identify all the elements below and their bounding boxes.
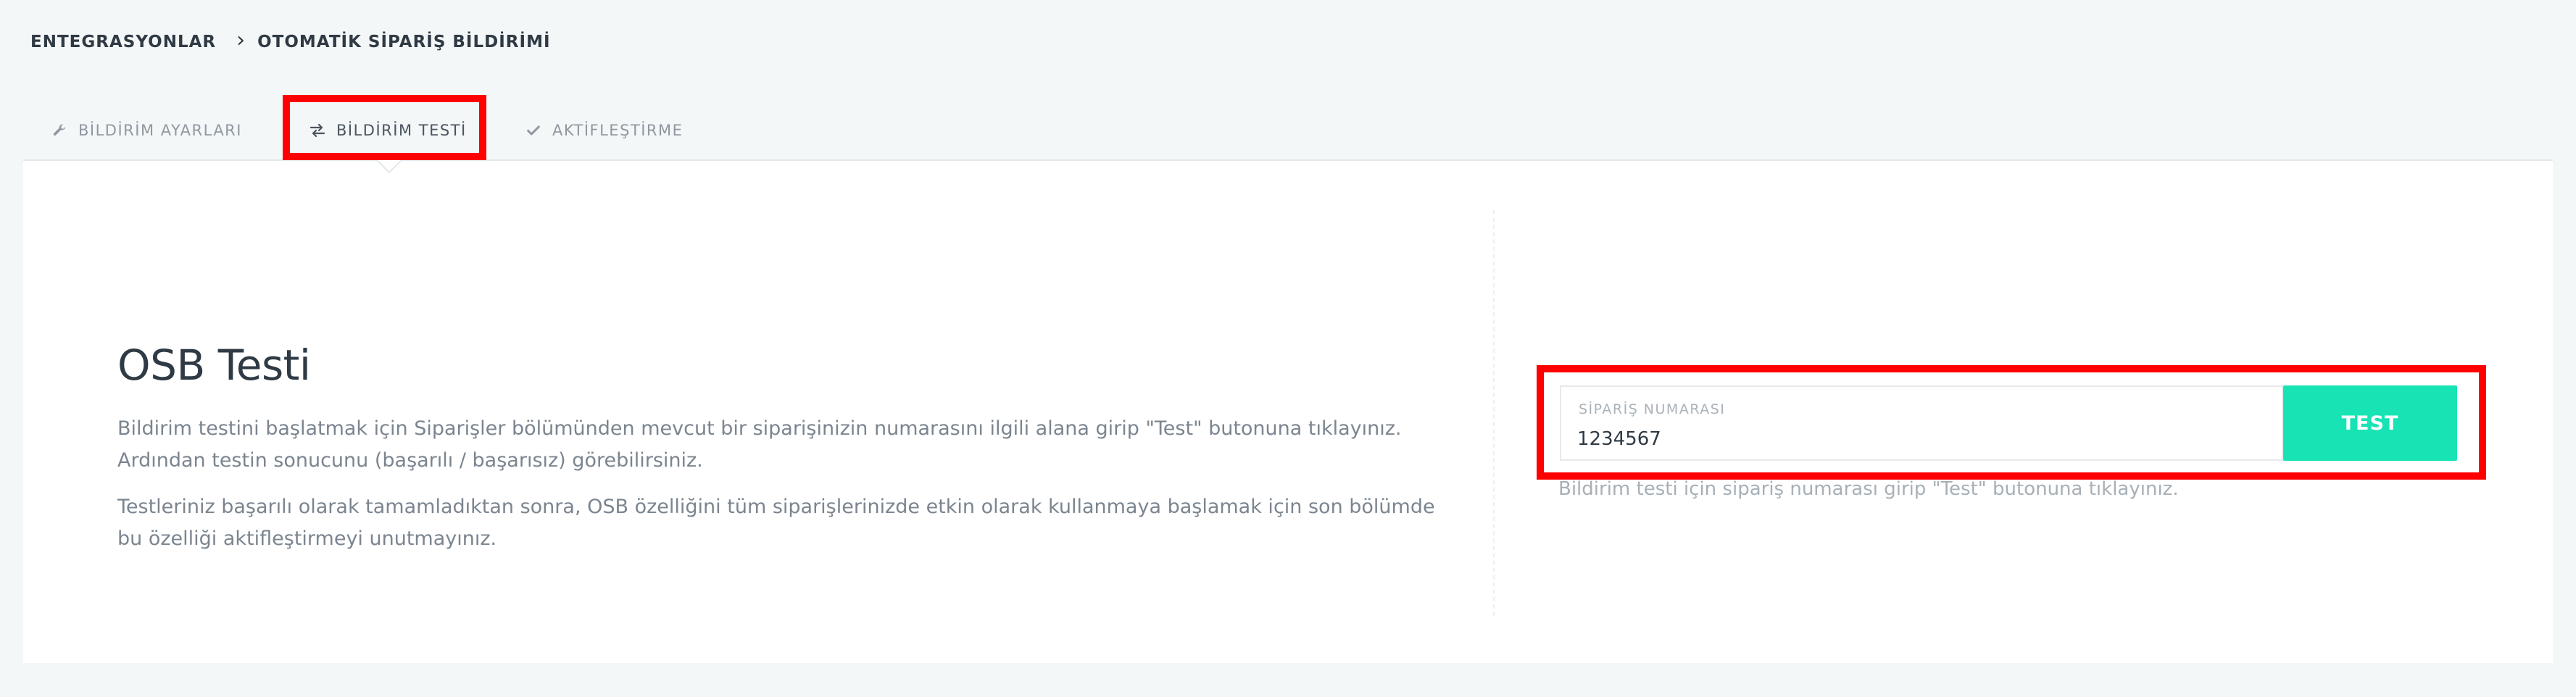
tab-notification-test[interactable]: BİLDİRİM TESTİ [307,101,467,159]
description-paragraph: Bildirim testini başlatmak için Siparişl… [117,417,1402,472]
active-tab-caret-icon [376,159,402,173]
order-number-input[interactable] [1577,426,2230,452]
column-divider [1493,210,1495,616]
tab-bar: BİLDİRİM AYARLARI BİLDİRİM TESTİ AKTİFLE… [23,101,2553,161]
page-title: OSB Testi [117,341,311,390]
wrench-icon [49,120,70,141]
breadcrumb-separator-icon: › [236,28,246,53]
breadcrumb: ENTEGRASYONLAR › OTOMATİK SİPARİŞ BİLDİR… [30,29,551,55]
order-number-label: SİPARİŞ NUMARASI [1579,401,1726,417]
tab-label: BİLDİRİM AYARLARI [78,122,242,139]
swap-arrows-icon [307,120,328,141]
check-icon [523,120,544,141]
tab-label: AKTİFLEŞTİRME [552,122,684,139]
tab-notification-settings[interactable]: BİLDİRİM AYARLARI [49,101,242,159]
help-text: Bildirim testi için sipariş numarası gir… [1558,478,2179,500]
reminder-paragraph: Testleriniz başarılı olarak tamamladıkta… [117,496,1435,550]
tab-label: BİLDİRİM TESTİ [336,122,467,139]
tab-activation[interactable]: AKTİFLEŞTİRME [523,101,683,159]
breadcrumb-current: OTOMATİK SİPARİŞ BİLDİRİMİ [257,33,551,51]
test-button[interactable]: TEST [2283,385,2457,461]
breadcrumb-root[interactable]: ENTEGRASYONLAR [30,33,216,51]
order-number-field[interactable]: SİPARİŞ NUMARASI [1560,385,2283,461]
